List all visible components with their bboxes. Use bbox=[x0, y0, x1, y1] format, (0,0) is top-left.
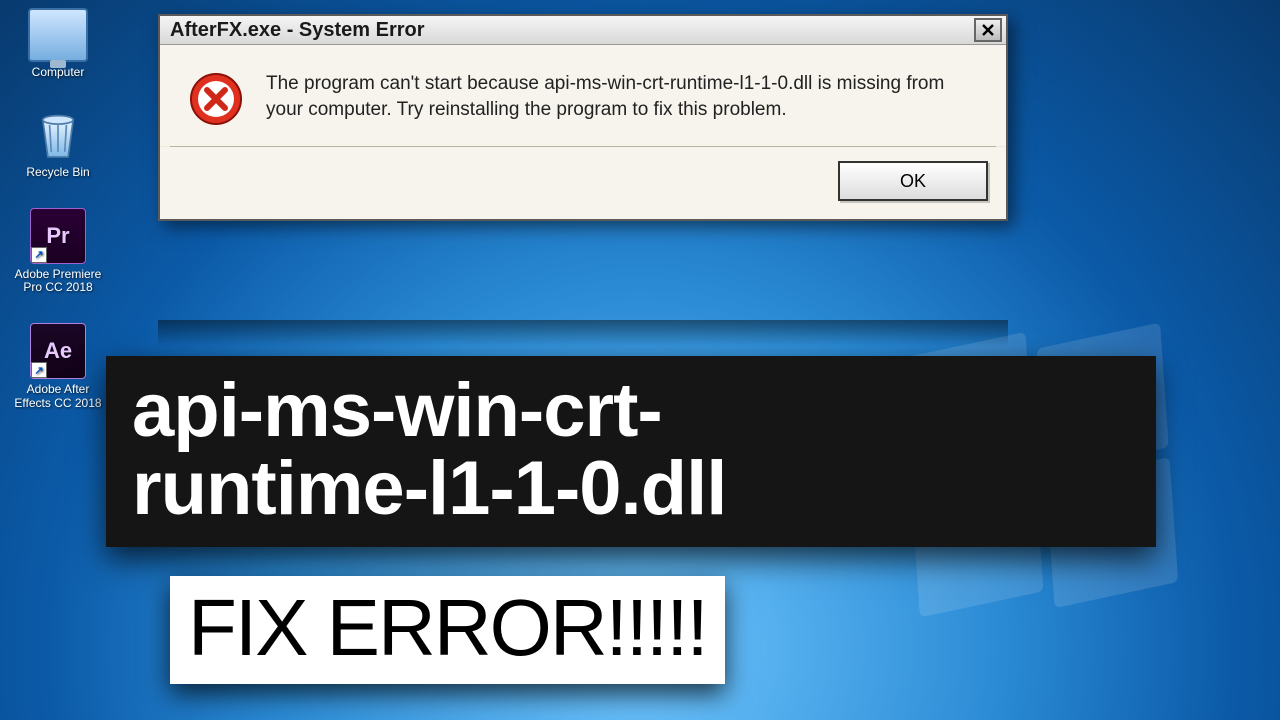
dialog-title: AfterFX.exe - System Error bbox=[170, 19, 425, 42]
desktop-icon-label: Computer bbox=[8, 66, 108, 80]
overlay-fix-text: FIX ERROR!!!!! bbox=[188, 583, 707, 672]
system-error-dialog: AfterFX.exe - System Error The program c… bbox=[158, 14, 1008, 221]
premiere-icon: Pr ↗ bbox=[30, 208, 86, 264]
close-icon bbox=[981, 23, 995, 37]
desktop-icon-label: Adobe Premiere Pro CC 2018 bbox=[8, 268, 108, 296]
overlay-fix-banner: FIX ERROR!!!!! bbox=[170, 576, 725, 684]
desktop-icon-after-effects[interactable]: Ae ↗ Adobe After Effects CC 2018 bbox=[8, 323, 108, 411]
dialog-drop-shadow bbox=[158, 320, 1008, 346]
overlay-line-2: runtime-l1-1-0.dll bbox=[132, 450, 1130, 528]
dialog-titlebar[interactable]: AfterFX.exe - System Error bbox=[160, 16, 1006, 45]
desktop-icon-label: Recycle Bin bbox=[8, 166, 108, 180]
shortcut-arrow-icon: ↗ bbox=[31, 247, 47, 263]
recycle-bin-icon bbox=[28, 108, 88, 162]
computer-icon bbox=[28, 8, 88, 62]
app-badge-text: Pr bbox=[46, 223, 69, 249]
desktop-icon-computer[interactable]: Computer bbox=[8, 8, 108, 80]
desktop-icon-premiere[interactable]: Pr ↗ Adobe Premiere Pro CC 2018 bbox=[8, 208, 108, 296]
error-icon bbox=[188, 71, 244, 132]
desktop-icon-recycle-bin[interactable]: Recycle Bin bbox=[8, 108, 108, 180]
dialog-footer: OK bbox=[160, 147, 1006, 219]
close-button[interactable] bbox=[974, 18, 1002, 42]
desktop-icon-label: Adobe After Effects CC 2018 bbox=[8, 383, 108, 411]
overlay-line-1: api-ms-win-crt- bbox=[132, 372, 1130, 450]
app-badge-text: Ae bbox=[44, 338, 72, 364]
desktop-icon-column: Computer Recycle Bin Pr ↗ Adobe Premiere… bbox=[8, 8, 118, 439]
overlay-title-card: api-ms-win-crt- runtime-l1-1-0.dll bbox=[106, 356, 1156, 547]
dialog-body: The program can't start because api-ms-w… bbox=[160, 45, 1006, 146]
shortcut-arrow-icon: ↗ bbox=[31, 362, 47, 378]
dialog-message: The program can't start because api-ms-w… bbox=[266, 71, 978, 132]
ok-button[interactable]: OK bbox=[838, 161, 988, 201]
after-effects-icon: Ae ↗ bbox=[30, 323, 86, 379]
